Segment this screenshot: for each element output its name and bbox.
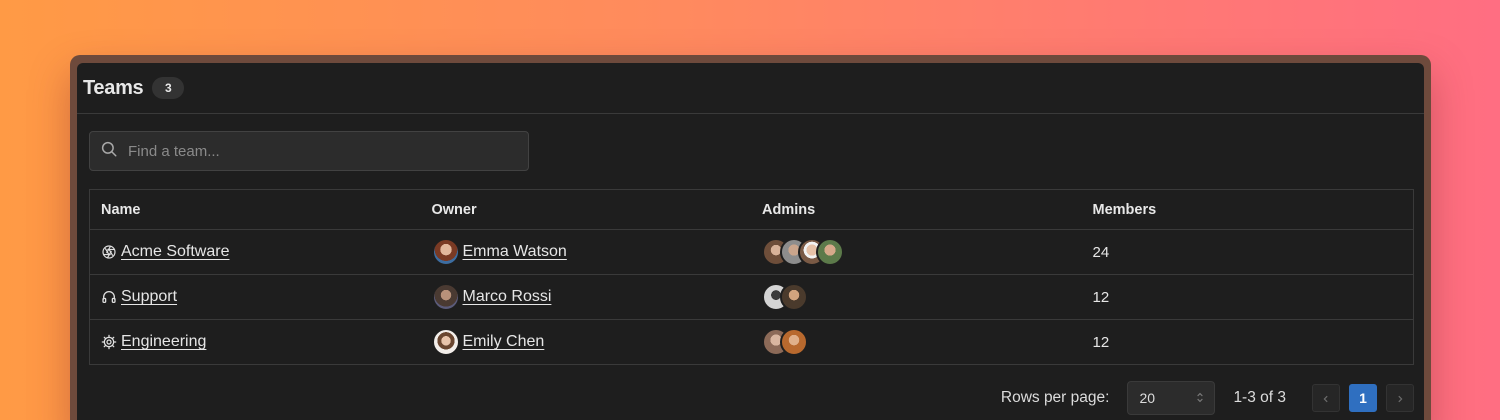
panel-header: Teams 3 [77, 63, 1424, 114]
rows-per-page-select[interactable]: 20 [1127, 381, 1216, 415]
owner-link[interactable]: Emily Chen [463, 333, 545, 351]
page-button-current[interactable]: 1 [1349, 384, 1377, 412]
team-count-badge: 3 [152, 77, 185, 99]
team-name-cell: Acme Software [90, 243, 421, 261]
owner-cell: Marco Rossi [421, 283, 752, 311]
members-count: 12 [1092, 333, 1110, 351]
aperture-icon [101, 244, 117, 260]
admin-avatar-group [762, 238, 844, 266]
table-header-row: Name Owner Admins Members [90, 190, 1413, 229]
owner-link[interactable]: Marco Rossi [463, 288, 552, 306]
owner-cell: Emma Watson [421, 238, 752, 266]
members-count: 24 [1092, 243, 1110, 261]
admin-avatar-group [762, 283, 808, 311]
table-row[interactable]: Support Marco Rossi 12 [90, 274, 1413, 319]
next-page-button[interactable] [1386, 384, 1414, 412]
admin-avatar[interactable] [780, 283, 808, 311]
column-header-admins[interactable]: Admins [751, 202, 1082, 218]
previous-page-button[interactable] [1312, 384, 1340, 412]
table-row[interactable]: Acme Software Emma Watson 24 [90, 229, 1413, 274]
owner-avatar [431, 328, 460, 356]
team-name-link[interactable]: Engineering [121, 333, 206, 351]
select-stepper-icon [1196, 390, 1204, 406]
admins-cell [751, 328, 1082, 356]
search-icon [100, 140, 118, 163]
team-name-link[interactable]: Acme Software [121, 243, 229, 261]
team-name-cell: Engineering [90, 333, 421, 351]
rows-per-page-value: 20 [1139, 390, 1156, 406]
team-name-cell: Support [90, 288, 421, 306]
column-header-name[interactable]: Name [90, 202, 421, 218]
page-range: 1-3 of 3 [1233, 389, 1286, 406]
team-name-link[interactable]: Support [121, 288, 177, 306]
page-title: Teams [83, 76, 144, 99]
admins-cell [751, 238, 1082, 266]
column-header-owner[interactable]: Owner [421, 202, 752, 218]
search-input[interactable] [128, 136, 508, 166]
pagination: Rows per page: 20 1-3 of 3 1 [1001, 381, 1414, 415]
members-count: 12 [1092, 288, 1110, 306]
chevron-left-icon [1322, 390, 1330, 406]
owner-link[interactable]: Emma Watson [463, 243, 567, 261]
headphones-icon [101, 289, 117, 305]
search-box[interactable] [89, 131, 529, 171]
owner-avatar [431, 283, 460, 311]
admins-cell [751, 283, 1082, 311]
teams-table: Name Owner Admins Members Acme Software … [89, 189, 1414, 365]
owner-cell: Emily Chen [421, 328, 752, 356]
admin-avatar-group [762, 328, 808, 356]
admin-avatar[interactable] [816, 238, 844, 266]
admin-avatar[interactable] [780, 328, 808, 356]
column-header-members[interactable]: Members [1082, 202, 1414, 218]
teams-panel: Teams 3 Name Owner Admins Members [77, 63, 1424, 420]
chevron-right-icon [1396, 390, 1404, 406]
owner-avatar [431, 238, 460, 266]
table-row[interactable]: Engineering Emily Chen 12 [90, 319, 1413, 364]
rows-per-page-label: Rows per page: [1000, 389, 1110, 406]
gear-icon [101, 334, 117, 350]
